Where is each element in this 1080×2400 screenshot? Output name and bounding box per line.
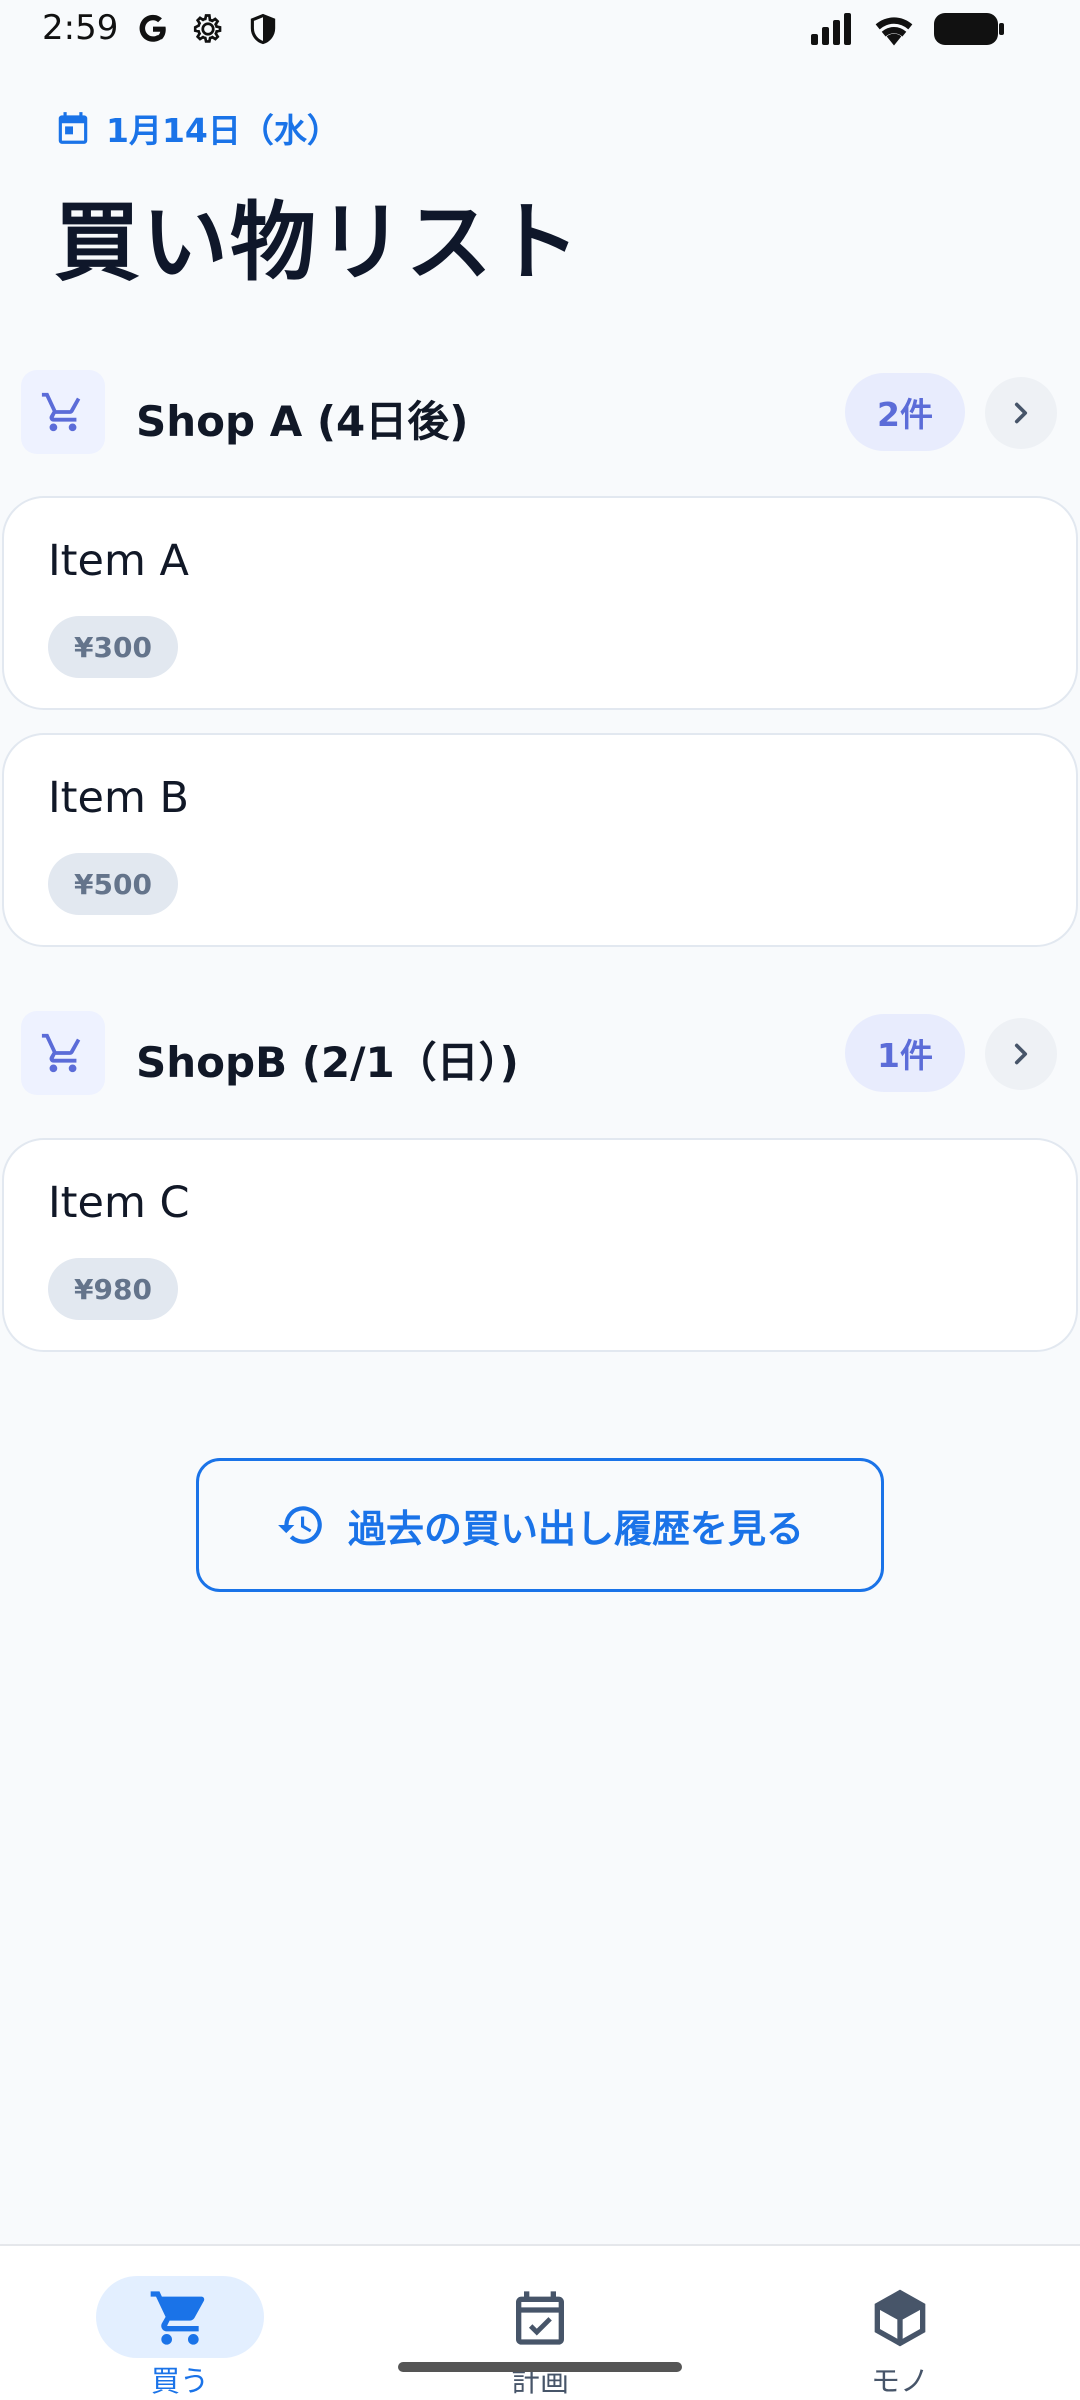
current-date: 1月14日（水） — [106, 111, 340, 150]
shop-header-a[interactable]: Shop A (4日後) 2件 — [0, 368, 1080, 458]
price-tag: ¥500 — [48, 853, 178, 915]
chevron-right-icon — [1014, 402, 1028, 424]
item-count-badge: 1件 — [845, 1014, 965, 1092]
shop-detail-button[interactable] — [985, 1018, 1057, 1090]
signal-icon — [811, 13, 851, 45]
nav-item-buy[interactable]: 買う — [0, 2246, 360, 2400]
chevron-right-icon — [1014, 1043, 1028, 1065]
box-icon — [874, 2289, 926, 2347]
history-icon — [278, 1506, 322, 1544]
date-row: 1月14日（水） — [54, 104, 340, 152]
price-tag: ¥300 — [48, 616, 178, 678]
shop-detail-button[interactable] — [985, 377, 1057, 449]
calendar-icon — [58, 112, 88, 144]
wifi-icon — [875, 17, 913, 46]
nav-item-plan[interactable]: 計画 — [360, 2246, 720, 2400]
gesture-bar[interactable] — [398, 2362, 682, 2372]
shop-name: ShopB (2/1（日）) — [136, 1038, 519, 1087]
cart-icon — [41, 392, 81, 432]
history-button[interactable]: 過去の買い出し履歴を見る — [196, 1458, 884, 1592]
price-tag: ¥980 — [48, 1258, 178, 1320]
page-title: 買い物リスト — [54, 193, 582, 293]
item-name: Item B — [48, 773, 190, 823]
status-time: 2:59 — [42, 8, 119, 48]
shop-icon-box — [21, 1011, 105, 1095]
gear-icon — [193, 14, 222, 43]
app-root: 2:59 1月14日（水） 買い物リスト Shop A (4日後) 2件 Ite… — [0, 0, 1080, 2400]
item-card[interactable]: Item C ¥980 — [2, 1138, 1078, 1352]
bottom-nav: 買う 計画 モノ — [0, 2244, 1080, 2400]
item-card[interactable]: Item B ¥500 — [2, 733, 1078, 947]
cart-icon — [150, 2291, 205, 2345]
google-icon — [139, 14, 166, 42]
item-card[interactable]: Item A ¥300 — [2, 496, 1078, 710]
shop-header-b[interactable]: ShopB (2/1（日）) 1件 — [0, 1009, 1080, 1099]
nav-item-things[interactable]: モノ — [720, 2246, 1080, 2400]
calendar-check-icon — [516, 2291, 564, 2345]
status-bar: 2:59 — [0, 0, 1080, 62]
item-name: Item A — [48, 536, 189, 586]
nav-label: モノ — [870, 2364, 929, 2398]
nav-label: 買う — [150, 2364, 209, 2398]
status-right-icons — [810, 12, 1004, 46]
shop-icon-box — [21, 370, 105, 454]
cart-icon — [41, 1033, 81, 1073]
item-name: Item C — [48, 1178, 190, 1228]
shield-icon — [250, 13, 276, 45]
battery-icon — [934, 13, 1004, 45]
status-left-icons — [136, 11, 280, 47]
item-count-badge: 2件 — [845, 373, 965, 451]
shop-name: Shop A (4日後) — [136, 397, 469, 446]
history-button-label: 過去の買い出し履歴を見る — [347, 1506, 804, 1551]
